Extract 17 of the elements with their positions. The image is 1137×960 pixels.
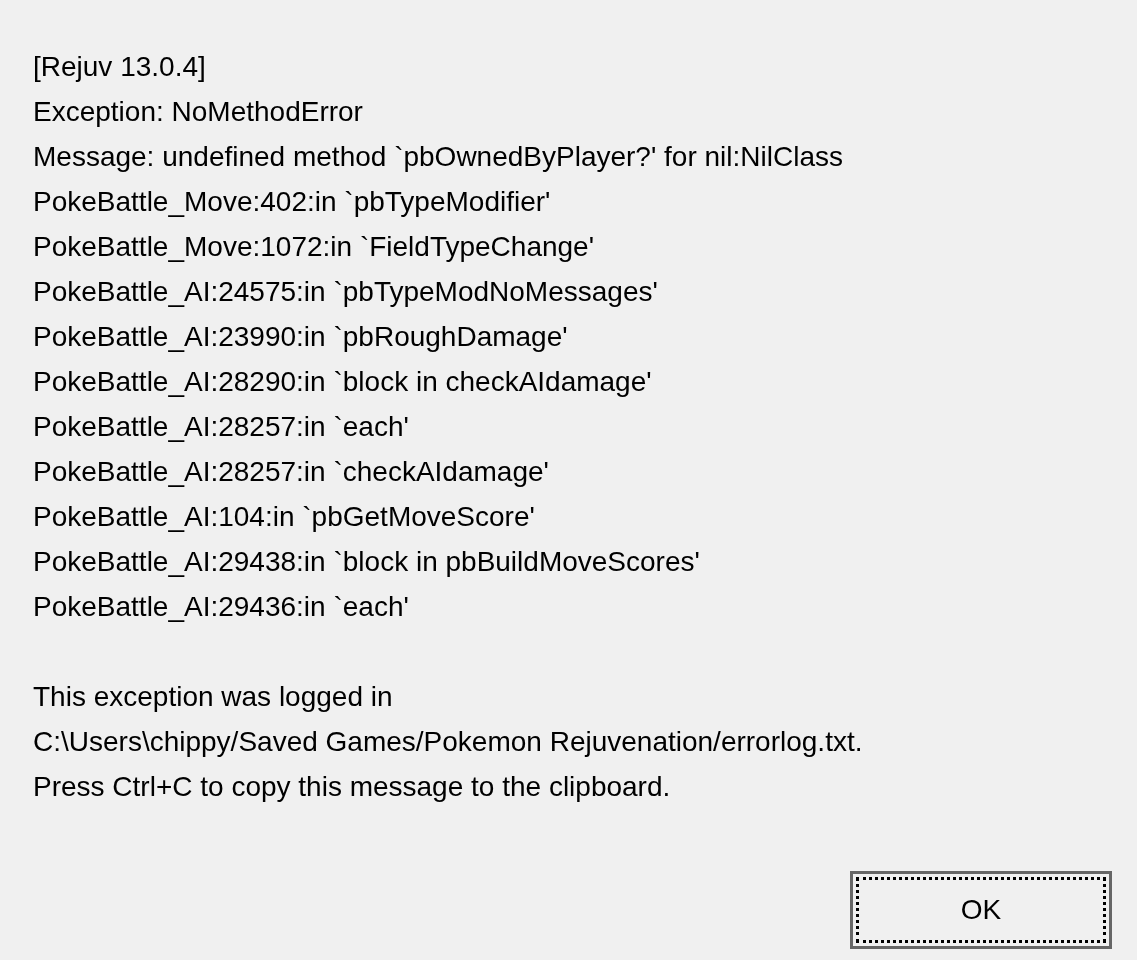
message-line: Press Ctrl+C to copy this message to the clipboard. [33, 770, 671, 804]
message-line: PokeBattle_AI:28257:in `checkAIdamage' [33, 455, 549, 489]
message-line: PokeBattle_AI:104:in `pbGetMoveScore' [33, 500, 535, 534]
message-line: Exception: NoMethodError [33, 95, 363, 129]
message-line: [Rejuv 13.0.4] [33, 50, 206, 84]
ok-button[interactable]: OK [850, 871, 1112, 949]
message-line: PokeBattle_AI:28290:in `block in checkAIdamage' [33, 365, 652, 399]
message-line: PokeBattle_Move:402:in `pbTypeModifier' [33, 185, 551, 219]
message-line: PokeBattle_AI:29438:in `block in pbBuildMoveScores' [33, 545, 700, 579]
message-line: PokeBattle_AI:23990:in `pbRoughDamage' [33, 320, 568, 354]
message-line: Message: undefined method `pbOwnedByPlayer?' for nil:NilClass [33, 140, 843, 174]
message-line: C:\Users\chippy/Saved Games/Pokemon Rejuvenation/errorlog.txt. [33, 725, 863, 759]
message-line: This exception was logged in [33, 680, 393, 714]
message-line: PokeBattle_Move:1072:in `FieldTypeChange' [33, 230, 595, 264]
message-line: PokeBattle_AI:29436:in `each' [33, 590, 409, 624]
message-line: PokeBattle_AI:24575:in `pbTypeModNoMessages' [33, 275, 658, 309]
message-line: PokeBattle_AI:28257:in `each' [33, 410, 409, 444]
